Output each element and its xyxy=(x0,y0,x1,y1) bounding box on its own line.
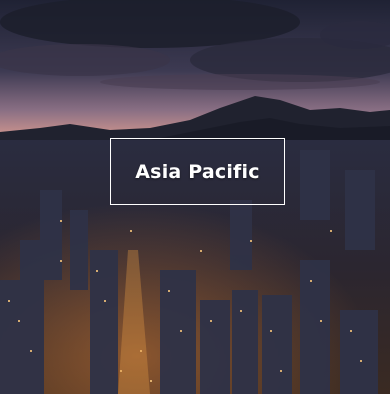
region-tile-asia-pacific[interactable]: Asia Pacific xyxy=(0,0,390,394)
region-label-frame: Asia Pacific xyxy=(110,138,285,205)
region-label: Asia Pacific xyxy=(135,160,260,183)
